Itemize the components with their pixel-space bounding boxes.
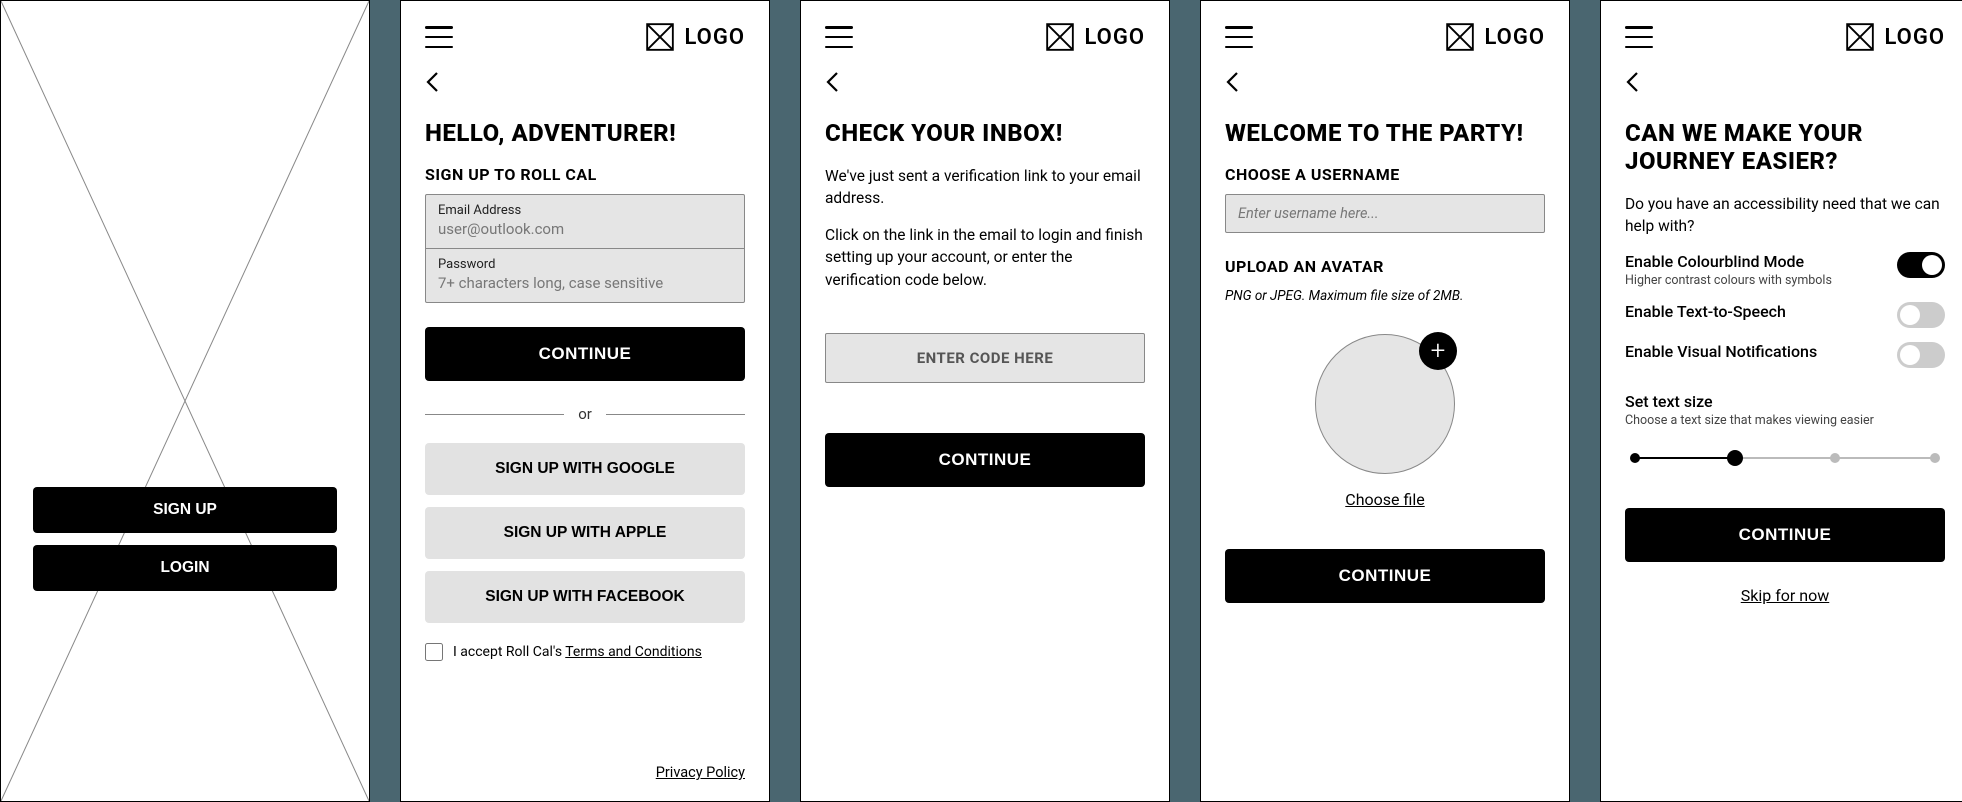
email-field[interactable]: Email Address user@outlook.com <box>426 195 744 249</box>
password-field[interactable]: Password 7+ characters long, case sensit… <box>426 249 744 302</box>
menu-icon[interactable] <box>425 26 453 48</box>
screen-splash: SIGN UP LOGIN <box>0 0 370 802</box>
or-text: or <box>578 405 592 423</box>
text-size-sublabel: Choose a text size that makes viewing ea… <box>1625 413 1945 428</box>
or-divider: or <box>425 405 745 423</box>
screen-verify: LOGO CHECK YOUR INBOX! We've just sent a… <box>800 0 1170 802</box>
logo-placeholder-icon <box>1046 23 1074 51</box>
continue-button[interactable]: CONTINUE <box>825 433 1145 487</box>
visual-notif-toggle[interactable] <box>1897 342 1945 368</box>
plus-icon: + <box>1431 336 1446 366</box>
password-placeholder: 7+ characters long, case sensitive <box>438 274 732 292</box>
chevron-left-icon <box>825 71 839 93</box>
logo-text: LOGO <box>1484 25 1545 50</box>
page-title: WELCOME TO THE PARTY! <box>1225 119 1545 147</box>
back-button[interactable] <box>1201 61 1569 97</box>
text-size-label: Set text size <box>1625 392 1945 411</box>
page-title: CAN WE MAKE YOUR JOURNEY EASIER? <box>1625 119 1945 175</box>
signup-button[interactable]: SIGN UP <box>33 487 337 533</box>
tts-toggle[interactable] <box>1897 302 1945 328</box>
back-button[interactable] <box>401 61 769 97</box>
username-heading: CHOOSE A USERNAME <box>1225 165 1545 184</box>
page-subtitle: SIGN UP TO ROLL CAL <box>425 165 745 184</box>
menu-icon[interactable] <box>825 26 853 48</box>
skip-link[interactable]: Skip for now <box>1625 586 1945 605</box>
text-size-slider[interactable] <box>1635 448 1935 468</box>
add-avatar-button[interactable]: + <box>1419 332 1457 370</box>
logo-text: LOGO <box>684 25 745 50</box>
menu-icon[interactable] <box>1225 26 1253 48</box>
screen-profile: LOGO WELCOME TO THE PARTY! CHOOSE A USER… <box>1200 0 1570 802</box>
terms-link[interactable]: Terms and Conditions <box>565 644 702 660</box>
password-label: Password <box>438 257 732 272</box>
tts-label: Enable Text-to-Speech <box>1625 302 1786 321</box>
username-input[interactable]: Enter username here... <box>1225 194 1545 233</box>
menu-icon[interactable] <box>1625 26 1653 48</box>
signup-google-button[interactable]: SIGN UP WITH GOOGLE <box>425 443 745 495</box>
logo: LOGO <box>1046 23 1145 51</box>
logo: LOGO <box>1446 23 1545 51</box>
choose-file-link[interactable]: Choose file <box>1225 490 1545 509</box>
verify-text-2: Click on the link in the email to login … <box>825 224 1145 291</box>
continue-button[interactable]: CONTINUE <box>1625 508 1945 562</box>
chevron-left-icon <box>1625 71 1639 93</box>
logo: LOGO <box>1846 23 1945 51</box>
privacy-policy-link[interactable]: Privacy Policy <box>656 764 745 781</box>
page-title: CHECK YOUR INBOX! <box>825 119 1145 147</box>
chevron-left-icon <box>425 71 439 93</box>
intro-text: Do you have an accessibility need that w… <box>1625 193 1945 238</box>
logo-text: LOGO <box>1884 25 1945 50</box>
screen-accessibility: LOGO CAN WE MAKE YOUR JOURNEY EASIER? Do… <box>1600 0 1962 802</box>
screen-signup: LOGO HELLO, ADVENTURER! SIGN UP TO ROLL … <box>400 0 770 802</box>
verify-text-1: We've just sent a verification link to y… <box>825 165 1145 210</box>
terms-text: I accept Roll Cal's Terms and Conditions <box>453 644 702 660</box>
logo: LOGO <box>646 23 745 51</box>
logo-text: LOGO <box>1084 25 1145 50</box>
code-input[interactable]: ENTER CODE HERE <box>825 333 1145 383</box>
logo-placeholder-icon <box>1846 23 1874 51</box>
signup-apple-button[interactable]: SIGN UP WITH APPLE <box>425 507 745 559</box>
colourblind-sublabel: Higher contrast colours with symbols <box>1625 273 1832 288</box>
toggle-row-tts: Enable Text-to-Speech <box>1625 302 1945 328</box>
avatar-upload: + <box>1315 334 1455 474</box>
chevron-left-icon <box>1225 71 1239 93</box>
terms-checkbox[interactable] <box>425 643 443 661</box>
image-placeholder-x <box>1 1 369 801</box>
continue-button[interactable]: CONTINUE <box>1225 549 1545 603</box>
back-button[interactable] <box>1601 61 1962 97</box>
terms-row: I accept Roll Cal's Terms and Conditions <box>425 643 745 661</box>
signup-facebook-button[interactable]: SIGN UP WITH FACEBOOK <box>425 571 745 623</box>
colourblind-label: Enable Colourblind Mode <box>1625 252 1832 271</box>
page-title: HELLO, ADVENTURER! <box>425 119 745 147</box>
email-label: Email Address <box>438 203 732 218</box>
back-button[interactable] <box>801 61 1169 97</box>
upload-heading: UPLOAD AN AVATAR <box>1225 257 1545 276</box>
toggle-row-visual-notif: Enable Visual Notifications <box>1625 342 1945 368</box>
signup-form: Email Address user@outlook.com Password … <box>425 194 745 303</box>
logo-placeholder-icon <box>646 23 674 51</box>
toggle-row-colourblind: Enable Colourblind Mode Higher contrast … <box>1625 252 1945 288</box>
logo-placeholder-icon <box>1446 23 1474 51</box>
email-placeholder: user@outlook.com <box>438 220 732 238</box>
colourblind-toggle[interactable] <box>1897 252 1945 278</box>
visual-notif-label: Enable Visual Notifications <box>1625 342 1817 361</box>
login-button[interactable]: LOGIN <box>33 545 337 591</box>
upload-hint: PNG or JPEG. Maximum file size of 2MB. <box>1225 288 1545 304</box>
continue-button[interactable]: CONTINUE <box>425 327 745 381</box>
